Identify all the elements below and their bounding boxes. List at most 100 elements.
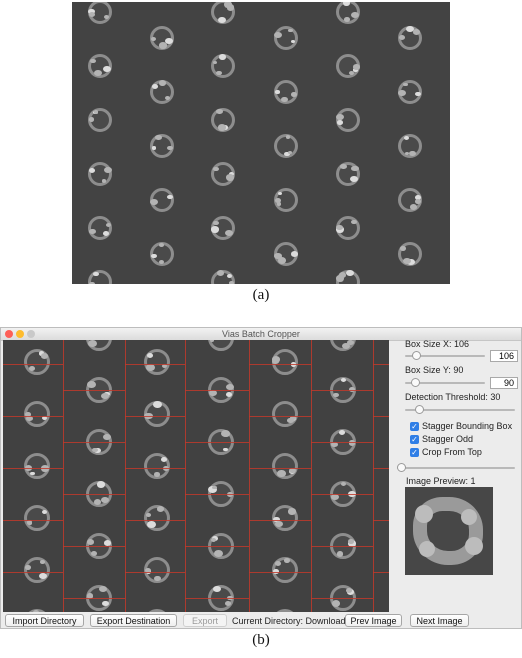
- next-image-button[interactable]: Next Image: [410, 614, 469, 627]
- crop-grid-vertical-line: [311, 340, 312, 612]
- box-size-x-field[interactable]: 106: [490, 350, 518, 362]
- via-highlight: [224, 601, 231, 607]
- via-highlight: [101, 179, 106, 183]
- via-highlight: [103, 14, 109, 20]
- stagger-odd-label: Stagger Odd: [422, 434, 474, 444]
- via-highlight: [290, 250, 299, 257]
- detection-threshold-slider-thumb[interactable]: [415, 405, 425, 414]
- via-highlight: [277, 257, 286, 264]
- via-highlight: [336, 115, 343, 121]
- via-highlight: [158, 42, 167, 49]
- via-highlight: [332, 600, 341, 607]
- via-highlight: [145, 513, 151, 518]
- via-highlight: [397, 89, 406, 97]
- via-particle: [88, 216, 112, 240]
- via-highlight: [87, 340, 97, 347]
- crop-grid-horizontal-line: [63, 442, 125, 443]
- export-destination-button[interactable]: Export Destination: [90, 614, 177, 627]
- via-highlight: [338, 271, 347, 278]
- via-highlight: [283, 558, 290, 563]
- checkmark-icon: ✓: [410, 422, 419, 431]
- via-highlight: [154, 472, 160, 477]
- crop-from-top-label: Crop From Top: [422, 447, 482, 457]
- via-particle: [24, 505, 50, 531]
- via-highlight: [290, 92, 297, 97]
- via-highlight: [89, 58, 96, 64]
- crop-grid-horizontal-line: [373, 416, 389, 417]
- crop-grid-horizontal-line: [185, 390, 249, 391]
- via-particle: [144, 609, 170, 612]
- crop-grid-horizontal-line: [185, 546, 249, 547]
- via-highlight: [160, 457, 167, 462]
- via-highlight: [344, 17, 350, 23]
- via-highlight: [159, 243, 164, 248]
- crop-grid-horizontal-line: [125, 416, 185, 417]
- via-highlight: [86, 380, 96, 388]
- box-size-y-label: Box Size Y: 90: [405, 365, 464, 375]
- crop-grid-horizontal-line: [185, 598, 249, 599]
- crop-grid-horizontal-line: [373, 520, 389, 521]
- via-highlight: [412, 28, 420, 35]
- via-highlight: [225, 391, 232, 397]
- checkmark-icon: ✓: [410, 448, 419, 457]
- image-index-slider-track[interactable]: [397, 467, 515, 469]
- box-size-y-slider-thumb[interactable]: [410, 378, 420, 387]
- via-highlight: [39, 572, 48, 579]
- via-highlight: [275, 90, 280, 94]
- current-directory-label: Current Directory: Downloads: [232, 616, 351, 626]
- export-button[interactable]: Export: [183, 614, 227, 627]
- via-highlight: [336, 551, 344, 557]
- crop-grid-horizontal-line: [311, 390, 373, 391]
- caption-b: (b): [252, 632, 270, 648]
- via-highlight: [415, 198, 422, 204]
- via-highlight: [156, 505, 165, 512]
- via-highlight: [218, 16, 226, 23]
- via-highlight: [213, 550, 223, 558]
- box-size-x-slider-thumb[interactable]: [412, 351, 422, 360]
- via-highlight: [103, 433, 111, 440]
- crop-grid-horizontal-line: [125, 572, 185, 573]
- via-highlight: [342, 2, 350, 6]
- crop-grid-horizontal-line: [125, 364, 185, 365]
- import-directory-button[interactable]: Import Directory: [5, 614, 84, 627]
- via-highlight: [25, 565, 32, 570]
- via-highlight: [89, 167, 96, 173]
- crop-grid-horizontal-line: [3, 364, 63, 365]
- image-index-slider-thumb[interactable]: [397, 463, 406, 472]
- crop-grid-horizontal-line: [185, 494, 249, 495]
- via-particle: [272, 609, 298, 612]
- via-highlight: [403, 136, 409, 140]
- preview-highlight: [465, 537, 483, 555]
- via-highlight: [213, 585, 222, 593]
- prev-image-button[interactable]: Prev Image: [345, 614, 402, 627]
- via-particle: [88, 162, 112, 186]
- via-highlight: [274, 198, 281, 203]
- via-highlight: [348, 539, 355, 544]
- via-highlight: [409, 150, 416, 156]
- box-size-x-label: Box Size X: 106: [405, 339, 470, 349]
- crop-grid-horizontal-line: [249, 572, 311, 573]
- crop-grid-horizontal-line: [3, 416, 63, 417]
- crop-grid-horizontal-line: [311, 598, 373, 599]
- via-highlight: [404, 151, 409, 155]
- via-particle: [272, 401, 298, 427]
- via-particle: [24, 557, 50, 583]
- via-highlight: [338, 430, 345, 435]
- via-highlight: [228, 280, 234, 284]
- via-highlight: [219, 54, 227, 60]
- via-highlight: [152, 400, 162, 408]
- crop-grid-horizontal-line: [373, 572, 389, 573]
- via-highlight: [337, 120, 344, 125]
- box-size-y-field[interactable]: 90: [490, 377, 518, 389]
- via-highlight: [92, 447, 98, 452]
- via-highlight: [105, 223, 111, 228]
- crop-grid-horizontal-line: [249, 364, 311, 365]
- image-preview: [405, 487, 493, 575]
- crop-grid-horizontal-line: [63, 390, 125, 391]
- crop-grid-vertical-line: [63, 340, 64, 612]
- via-highlight: [398, 34, 405, 40]
- crop-canvas[interactable]: [3, 340, 389, 612]
- via-highlight: [409, 204, 417, 210]
- checkmark-icon: ✓: [410, 435, 419, 444]
- preview-highlight: [461, 509, 477, 525]
